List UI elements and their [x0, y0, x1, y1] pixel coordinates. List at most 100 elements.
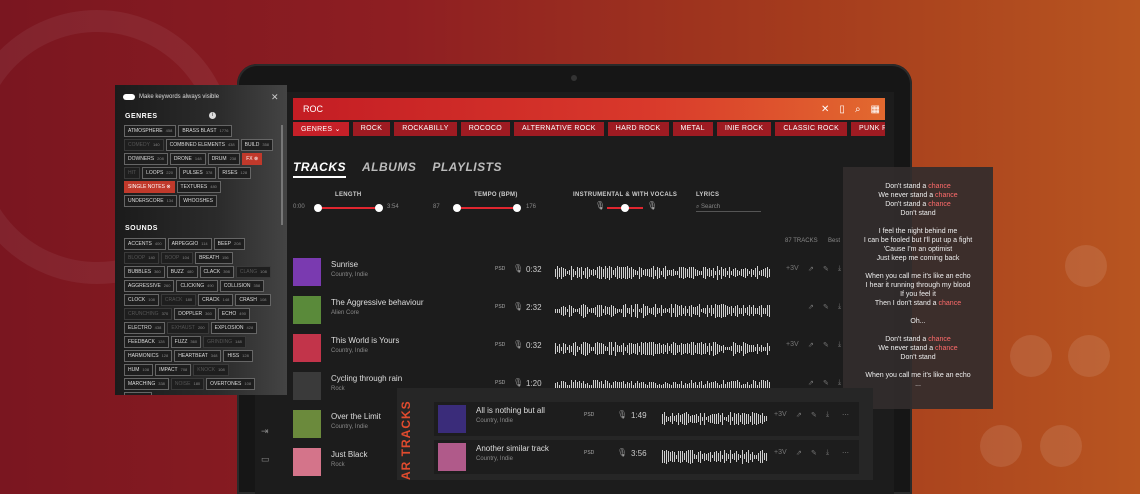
keyword-chip[interactable]: BRASS BLAST 1776 [178, 125, 233, 137]
share-icon[interactable]: ⇗ [808, 265, 814, 273]
keyword-chip[interactable]: HIT [124, 167, 141, 179]
download-icon[interactable]: ⤓ [838, 265, 841, 273]
keyword-chip[interactable]: LOOPS 220 [142, 167, 177, 179]
keyword-chip[interactable]: FX ⊗ [242, 153, 263, 165]
keyword-chip[interactable]: IMPACT 708 [155, 364, 192, 376]
search-input[interactable]: ROC [303, 104, 816, 114]
keyword-chip[interactable]: DRONE 148 [169, 153, 206, 165]
keyword-chip[interactable]: DRUM 238 [207, 153, 241, 165]
length-max-handle[interactable] [375, 204, 383, 212]
scrollbar[interactable] [281, 125, 283, 225]
edit-icon[interactable]: ✎ [823, 379, 829, 387]
share-icon[interactable]: ⇗ [808, 303, 814, 311]
tempo-slider[interactable] [453, 204, 521, 212]
share-icon[interactable]: ⇗ [796, 411, 802, 419]
keyword-chip[interactable]: TEXTURES 480 [176, 181, 221, 193]
keyword-chip[interactable]: FUZZ 360 [170, 336, 202, 348]
keyword-chip[interactable]: OVERTONES 108 [206, 378, 256, 390]
remove-icon[interactable]: ⊗ [253, 156, 258, 162]
keyword-chip[interactable]: CRUNCHING 370 [124, 308, 173, 320]
download-icon[interactable]: ⤓ [838, 379, 841, 387]
keyword-chip[interactable]: BUILD 358 [240, 139, 274, 151]
message-icon[interactable]: ▭ [261, 454, 270, 465]
track-title[interactable]: Over the Limit [331, 412, 381, 421]
keyword-chip[interactable]: EXHAUST 200 [167, 322, 209, 334]
keyword-chip[interactable]: WHOOSHES [179, 195, 217, 207]
keyword-chip[interactable]: BREATH 156 [195, 252, 233, 264]
keyword-chip[interactable]: BLOOP 140 [124, 252, 159, 264]
edit-icon[interactable]: ✎ [823, 265, 829, 273]
lyrics-search-input[interactable]: ⌕ Search [696, 204, 761, 212]
share-icon[interactable]: ⇗ [796, 449, 802, 457]
tempo-min-handle[interactable] [453, 204, 461, 212]
close-icon[interactable]: ✕ [271, 92, 279, 103]
genres-dropdown[interactable]: GENRES ⌄ [293, 122, 349, 136]
keyword-chip[interactable]: ECHO 490 [217, 308, 250, 320]
share-icon[interactable]: ⇗ [808, 341, 814, 349]
versions-count[interactable]: +3V [774, 411, 787, 418]
keyword-chip[interactable]: NOISE 180 [170, 378, 205, 390]
keyword-chip[interactable]: CRACK 148 [198, 294, 234, 306]
edit-icon[interactable]: ✎ [823, 303, 829, 311]
keyword-chip[interactable]: MARCHING 338 [124, 378, 169, 390]
keyword-chip[interactable]: HARMONICS 128 [124, 350, 173, 362]
versions-count[interactable]: +3V [786, 265, 799, 272]
genre-chip[interactable]: PUNK ROC [851, 122, 885, 136]
tempo-max-handle[interactable] [513, 204, 521, 212]
edit-icon[interactable]: ✎ [823, 341, 829, 349]
keyword-chip[interactable]: ELECTRO 438 [124, 322, 166, 334]
keyword-chip[interactable]: COMBINED ELEMENTS 438 [165, 139, 239, 151]
genre-chip[interactable]: HARD ROCK [607, 122, 669, 136]
keyword-chip[interactable]: CRASH 108 [235, 294, 271, 306]
keyword-chip[interactable]: CLICKING 490 [176, 280, 218, 292]
keyword-chip[interactable]: UNDERSCORE 134 [124, 195, 178, 207]
track-row[interactable]: Sunrise Country, Indie PSD 🎙 0:32 +3V ⇗ ✎ ⤓ [293, 256, 853, 290]
genre-chip[interactable]: ROCOCO [460, 122, 510, 136]
genre-chip[interactable]: ALTERNATIVE ROCK [514, 122, 604, 136]
keyword-chip[interactable]: KNOCK 108 [193, 364, 229, 376]
length-min-handle[interactable] [314, 204, 322, 212]
similar-track-row[interactable]: All is nothing but all Country, Indie PSD 🎙… [434, 402, 859, 436]
download-icon[interactable]: ⤓ [826, 411, 829, 419]
more-icon[interactable]: ⋯ [842, 411, 849, 419]
keyword-chip[interactable]: RISES 128 [218, 167, 252, 179]
keyword-chip[interactable]: HISS 128 [223, 350, 253, 362]
track-row[interactable]: This World is Yours Country, Indie PSD 🎙 0:3… [293, 332, 853, 366]
download-icon[interactable]: ⤓ [838, 341, 841, 349]
edit-icon[interactable]: ✎ [811, 449, 817, 457]
track-row[interactable]: The Aggressive behaviour Alien Core PSD 🎙 2:… [293, 294, 853, 328]
track-title[interactable]: Sunrise [331, 260, 358, 269]
waveform[interactable] [662, 410, 768, 426]
similar-track-row[interactable]: Another similar track Country, Indie PSD 🎙 3… [434, 440, 859, 474]
genre-chip[interactable]: ROCKABILLY [394, 122, 457, 136]
tab-albums[interactable]: ALBUMS [362, 160, 416, 178]
bookmark-icon[interactable]: ▯ [839, 104, 845, 115]
keyword-chip[interactable]: ARPEGGIO 114 [167, 238, 212, 250]
genre-chip[interactable]: METAL [672, 122, 713, 136]
tab-tracks[interactable]: TRACKS [293, 160, 346, 178]
keyword-chip[interactable]: GRINDING 148 [203, 336, 246, 348]
info-icon[interactable]: i [209, 112, 216, 119]
keyword-chip[interactable]: CLACK 398 [199, 266, 234, 278]
genre-chip[interactable]: CLASSIC ROCK [775, 122, 848, 136]
track-title[interactable]: This World is Yours [331, 336, 399, 345]
keyword-chip[interactable]: CRACK 180 [160, 294, 197, 306]
track-title[interactable]: Another similar track [476, 444, 549, 453]
search-bar[interactable]: ROC ✕ ▯ ⌕ ▦ [293, 98, 885, 120]
share-icon[interactable]: ⇗ [808, 379, 814, 387]
keyword-chip[interactable]: BUZZ 480 [166, 266, 198, 278]
waveform[interactable] [555, 340, 773, 356]
keyword-chip[interactable]: COMEDY 140 [124, 139, 164, 151]
download-icon[interactable]: ⤓ [826, 449, 829, 457]
keyword-chip[interactable]: HEARTBEAT 348 [174, 350, 222, 362]
vocals-handle[interactable] [621, 204, 629, 212]
keyword-chip[interactable]: AGGRESSIVE 260 [124, 280, 175, 292]
track-title[interactable]: Cycling through rain [331, 374, 402, 383]
versions-count[interactable]: +3V [786, 341, 799, 348]
keyword-chip[interactable]: COLLISION 358 [219, 280, 265, 292]
keyword-chip[interactable]: ATMOSPHERE 458 [124, 125, 177, 137]
keyboard-icon[interactable]: ▦ [871, 104, 880, 115]
track-title[interactable]: Just Black [331, 450, 367, 459]
keyword-chip[interactable]: HUM 108 [124, 364, 154, 376]
waveform[interactable] [555, 264, 773, 280]
